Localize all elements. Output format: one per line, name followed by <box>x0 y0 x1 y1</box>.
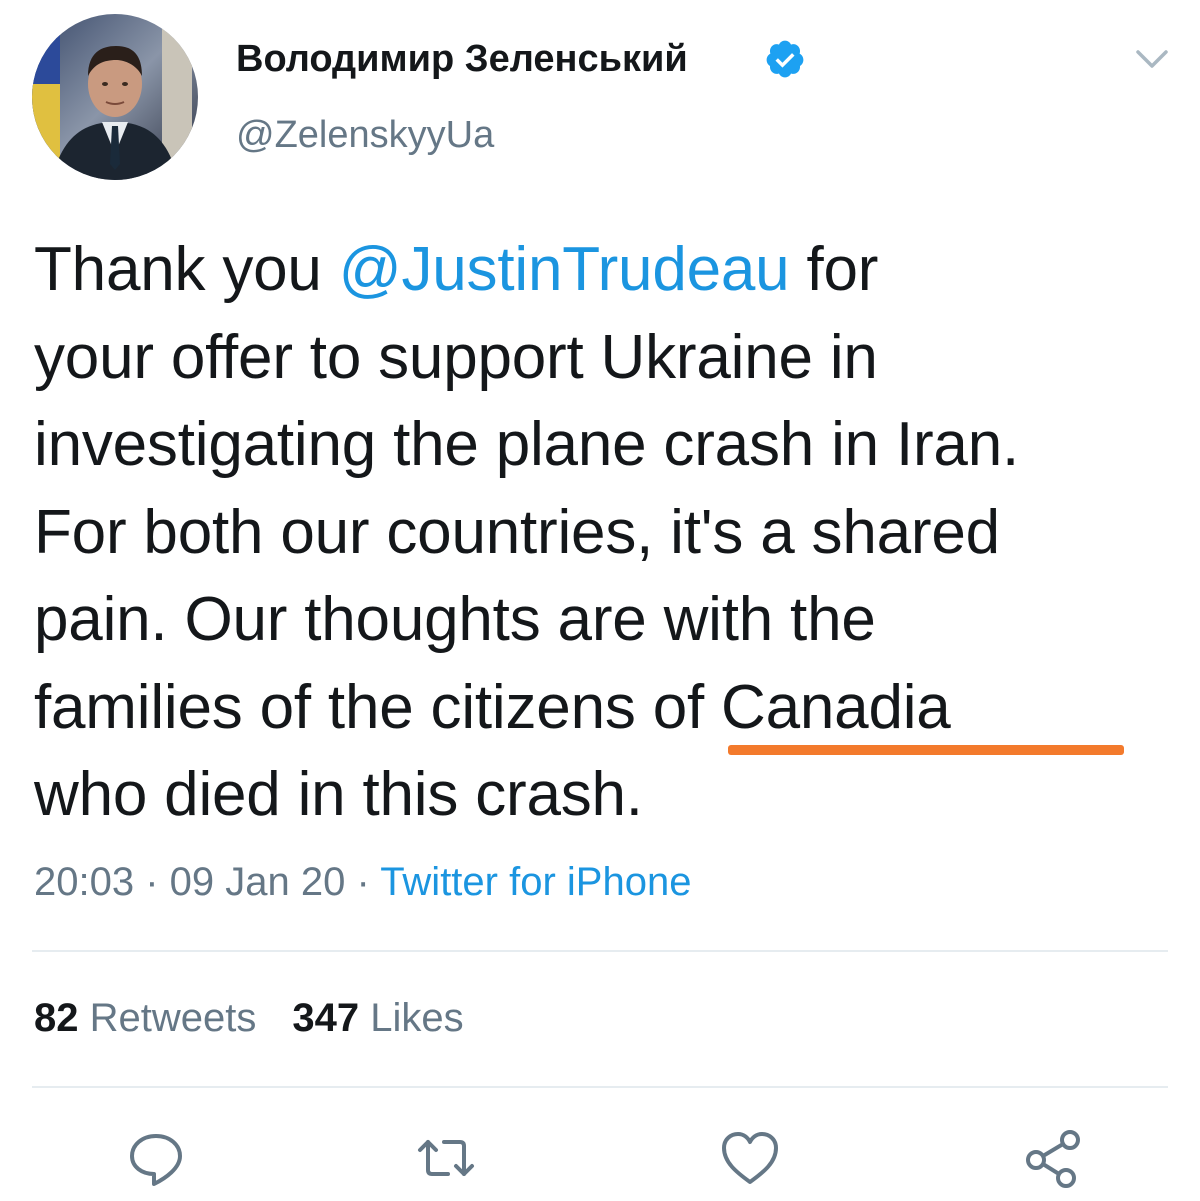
profile-photo-icon <box>32 14 198 180</box>
action-bar <box>0 1126 1200 1196</box>
tweet-meta: 20:03 · 09 Jan 20 · Twitter for iPhone <box>34 860 692 904</box>
share-icon <box>1026 1130 1080 1188</box>
tweet-line-6: families of the citizens of Canadia <box>34 672 951 742</box>
chevron-down-icon[interactable] <box>1134 44 1170 74</box>
tweet-line-2: your offer to support Ukraine in <box>34 322 878 392</box>
tweet-line-5: pain. Our thoughts are with the <box>34 585 876 654</box>
reply-button[interactable] <box>124 1126 188 1190</box>
highlight-underline <box>728 745 1124 755</box>
divider <box>32 1086 1168 1088</box>
heart-icon <box>722 1132 778 1184</box>
tweet-card: Володимир Зеленський @ZelenskyyUa Thank … <box>0 0 1200 1201</box>
likes-stat[interactable]: 347 Likes <box>292 996 463 1041</box>
tweet-date[interactable]: 09 Jan 20 <box>170 860 346 904</box>
retweet-button[interactable] <box>414 1126 478 1190</box>
tweet-time[interactable]: 20:03 <box>34 860 134 904</box>
tweet-line-4: For both our countries, it's a shared <box>34 497 1000 567</box>
tweet-line-1: Thank you @JustinTrudeau for <box>34 235 879 304</box>
tweet-source-link[interactable]: Twitter for iPhone <box>380 860 691 904</box>
tweet-stats: 82 Retweets 347 Likes <box>34 996 464 1041</box>
reply-icon <box>130 1134 182 1186</box>
tweet-line-7: who died in this crash. <box>34 760 643 829</box>
mention-link[interactable]: @JustinTrudeau <box>339 235 790 304</box>
display-name[interactable]: Володимир Зеленський <box>236 38 688 81</box>
share-button[interactable] <box>1022 1126 1086 1190</box>
like-button[interactable] <box>718 1126 782 1190</box>
retweet-icon <box>418 1140 474 1176</box>
retweets-stat[interactable]: 82 Retweets <box>34 996 256 1041</box>
tweet-line-3: investigating the plane crash in Iran. <box>34 410 1020 479</box>
avatar[interactable] <box>32 14 198 180</box>
divider <box>32 950 1168 952</box>
user-handle[interactable]: @ZelenskyyUa <box>236 114 494 157</box>
verified-badge-icon <box>764 38 806 80</box>
